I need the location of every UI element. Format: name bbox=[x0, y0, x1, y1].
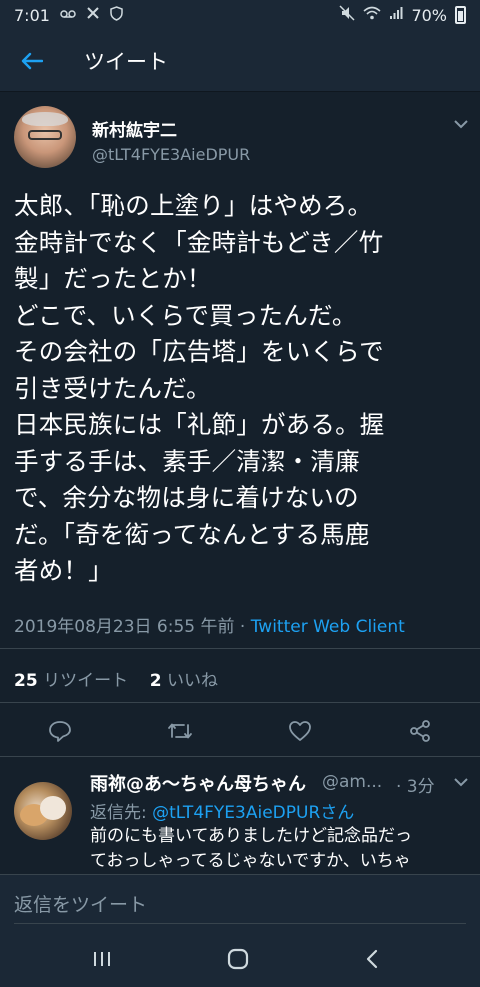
tweet-stats: 25 リツイート 2 いいね bbox=[14, 666, 218, 691]
tweet-line: 太郎、「恥の上塗り」はやめろ。 bbox=[14, 191, 373, 220]
tweet-line: 日本民族には「礼節」がある。握 bbox=[14, 410, 385, 439]
recent-apps-button[interactable] bbox=[86, 944, 118, 974]
chevron-down-icon[interactable] bbox=[454, 114, 468, 133]
tweet-client-link[interactable]: Twitter Web Client bbox=[251, 617, 405, 637]
tweet-actions bbox=[0, 710, 480, 750]
input-underline bbox=[14, 923, 466, 924]
retweet-button[interactable] bbox=[167, 718, 193, 744]
tweet-line: 者め！」 bbox=[14, 556, 113, 585]
battery-percent: 70% bbox=[411, 5, 447, 25]
system-nav-bar bbox=[0, 930, 480, 987]
tweet-line: どこで、いくらで買ったんだ。 bbox=[14, 300, 357, 330]
reply-line: ておっしゃってるじゃないですか、いちゃ bbox=[90, 851, 411, 871]
system-back-button[interactable] bbox=[356, 944, 388, 974]
voicemail-icon bbox=[60, 8, 76, 23]
share-button[interactable] bbox=[407, 718, 433, 744]
reply-tweet[interactable]: 雨祢@あ～ちゃん母ちゃん @am... · 3分 返信先: @tLT4FYE3A… bbox=[0, 768, 480, 871]
tweet-timestamp: 2019年08月23日 6:55 午前 bbox=[14, 617, 235, 637]
reply-compose-bar: 返信をツイート bbox=[0, 874, 480, 930]
tweet-text: 太郎、「恥の上塗り」はやめろ。 金時計でなく「金時計もどき／竹 製」だったとか！… bbox=[14, 188, 469, 590]
reply-input[interactable]: 返信をツイート bbox=[14, 890, 147, 917]
like-label[interactable]: いいね bbox=[167, 671, 218, 691]
tweet-line: その会社の「広告塔」をいくらで bbox=[14, 337, 384, 366]
wifi-icon bbox=[363, 6, 381, 24]
tweet-meta: 2019年08月23日 6:55 午前 · Twitter Web Client bbox=[14, 612, 405, 637]
tweet-line: 金時計でなく「金時計もどき／竹 bbox=[14, 227, 384, 257]
share-icon bbox=[410, 720, 430, 742]
back-arrow-icon bbox=[21, 52, 43, 69]
tweet-line: だ。「奇を衒ってなんとする馬鹿 bbox=[14, 519, 370, 549]
retweet-label[interactable]: リツイート bbox=[43, 671, 128, 691]
tweet-line: 引き受けたんだ。 bbox=[14, 373, 211, 403]
shield-icon bbox=[110, 5, 123, 25]
tools-icon bbox=[86, 6, 100, 24]
reply-text: 前のにも書いてありましたけど記念品だっ ておっしゃってるじゃないですか、いちゃ bbox=[90, 824, 466, 874]
retweet-count[interactable]: 25 bbox=[14, 671, 38, 691]
like-button[interactable] bbox=[287, 718, 313, 744]
mute-icon bbox=[339, 5, 355, 25]
home-icon bbox=[227, 948, 249, 970]
mention-link[interactable]: @tLT4FYE3AieDPURさん bbox=[152, 803, 354, 823]
replying-to: 返信先: @tLT4FYE3AieDPURさん bbox=[90, 798, 354, 823]
tweet-line: 手する手は、素手／清潔・清廉 bbox=[14, 446, 360, 476]
back-button[interactable] bbox=[0, 30, 64, 92]
home-button[interactable] bbox=[222, 944, 254, 974]
divider bbox=[0, 648, 480, 649]
like-count[interactable]: 2 bbox=[150, 671, 162, 691]
reply-time: · 3分 bbox=[396, 777, 435, 797]
heart-icon bbox=[289, 721, 311, 741]
page-title: ツイート bbox=[84, 49, 168, 74]
tweet-line: 製」だったとか！ bbox=[14, 264, 212, 293]
chevron-down-icon[interactable] bbox=[454, 772, 468, 791]
user-name[interactable]: 新村紘宇二 bbox=[92, 116, 177, 141]
chevron-left-icon bbox=[366, 949, 378, 969]
reply-user-name[interactable]: 雨祢@あ～ちゃん母ちゃん bbox=[90, 770, 306, 796]
reply-user-handle[interactable]: @am... bbox=[322, 772, 382, 792]
reply-button[interactable] bbox=[47, 718, 73, 744]
avatar[interactable] bbox=[14, 782, 72, 840]
status-bar: 7:01 70% bbox=[0, 0, 480, 30]
meta-separator: · bbox=[234, 617, 251, 637]
status-time: 7:01 bbox=[14, 5, 50, 25]
signal-icon bbox=[389, 6, 403, 24]
tweet-line: で、余分な物は身に着けないの bbox=[14, 483, 359, 512]
battery-icon bbox=[455, 6, 466, 24]
divider bbox=[0, 702, 480, 703]
retweet-icon bbox=[168, 723, 192, 739]
user-handle[interactable]: @tLT4FYE3AieDPUR bbox=[92, 145, 250, 164]
replying-to-prefix: 返信先: bbox=[90, 803, 153, 823]
reply-icon bbox=[49, 721, 71, 742]
divider bbox=[0, 756, 480, 757]
recent-apps-icon bbox=[94, 952, 110, 966]
header: ツイート bbox=[0, 30, 480, 92]
reply-line: 前のにも書いてありましたけど記念品だっ bbox=[90, 826, 412, 846]
avatar[interactable] bbox=[14, 106, 76, 168]
